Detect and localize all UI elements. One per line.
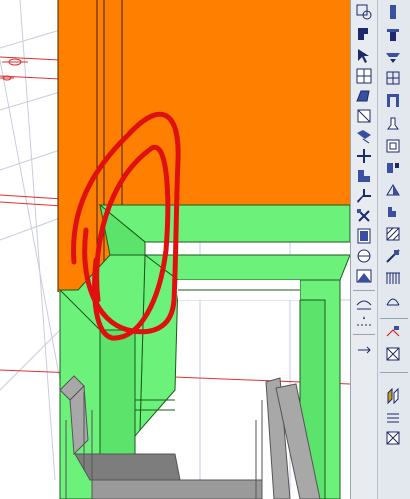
ceiling-tool-icon[interactable]: [383, 90, 403, 110]
roof-tool-icon[interactable]: [383, 46, 403, 66]
measure-icon[interactable]: [383, 290, 403, 310]
dimension-icon[interactable]: [354, 340, 374, 360]
hatch-icon[interactable]: [383, 224, 403, 244]
rotate-icon[interactable]: [354, 226, 374, 246]
beam-tool-icon[interactable]: [354, 312, 374, 332]
line-tool-icon[interactable]: [383, 246, 403, 266]
grid-tool-icon[interactable]: [383, 68, 403, 88]
list-icon[interactable]: [383, 408, 403, 428]
wall-layer-icon[interactable]: [383, 386, 403, 406]
slab-tool-icon[interactable]: [383, 24, 403, 44]
elevation-icon[interactable]: [383, 180, 403, 200]
railing-tool-icon[interactable]: [354, 294, 374, 314]
copy-icon[interactable]: [354, 186, 374, 206]
toolbar-right: [377, 0, 410, 499]
properties-icon[interactable]: [383, 344, 403, 364]
layer-icon[interactable]: [383, 322, 403, 342]
door-tool-icon[interactable]: [354, 126, 374, 146]
select-object-icon[interactable]: [354, 46, 374, 66]
column-tool-icon[interactable]: [383, 2, 403, 22]
mirror-icon[interactable]: [354, 206, 374, 226]
text-tool-icon[interactable]: [383, 202, 403, 222]
section-icon[interactable]: [383, 158, 403, 178]
3d-scene: [0, 0, 350, 499]
opening-tool-icon[interactable]: [383, 114, 403, 134]
stair-tool-icon[interactable]: [354, 146, 374, 166]
toolbar-left: [350, 0, 377, 499]
profile-icon[interactable]: [383, 136, 403, 156]
extend-icon[interactable]: [354, 266, 374, 286]
3d-viewport[interactable]: [0, 0, 350, 499]
wall-tool-icon[interactable]: [354, 86, 374, 106]
snap-icon[interactable]: [354, 66, 374, 86]
trim-icon[interactable]: [354, 246, 374, 266]
polyline-icon[interactable]: [383, 268, 403, 288]
window-tool-icon[interactable]: [354, 106, 374, 126]
pan-icon[interactable]: [354, 24, 374, 44]
zoom-window-icon[interactable]: [354, 2, 374, 22]
move-icon[interactable]: [354, 166, 374, 186]
pattern-icon[interactable]: [383, 428, 403, 448]
